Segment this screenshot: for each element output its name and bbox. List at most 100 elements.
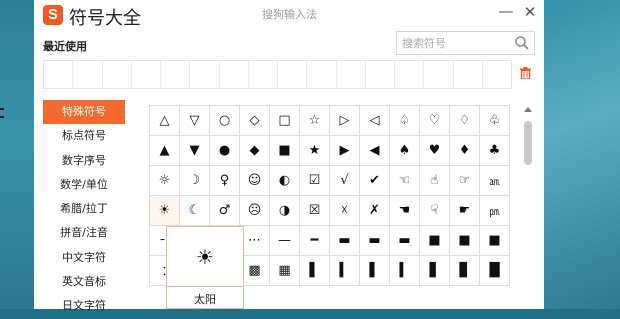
category-chinese-chars[interactable]: 中文字符 (43, 246, 125, 270)
symbol-cell[interactable]: ▍ (390, 256, 420, 286)
symbol-cell[interactable]: ☆ (300, 106, 330, 136)
symbol-cell[interactable]: — (270, 226, 300, 256)
symbol-cell[interactable]: ㏘ (480, 196, 510, 226)
category-numeric-ordinals[interactable]: 数字序号 (43, 149, 125, 173)
symbol-cell[interactable]: ○ (210, 106, 240, 136)
symbol-cell[interactable]: √ (330, 166, 360, 196)
symbol-cell[interactable]: ★ (300, 136, 330, 166)
symbol-cell[interactable]: ☛ (450, 196, 480, 226)
symbol-cell[interactable]: ♣ (480, 136, 510, 166)
symbol-cell[interactable]: ▽ (180, 106, 210, 136)
symbol-cell[interactable]: ■ (480, 226, 510, 256)
symbol-cell[interactable]: ▼ (180, 136, 210, 166)
symbol-cell[interactable]: ▷ (330, 106, 360, 136)
symbol-cell[interactable]: ✗ (360, 196, 390, 226)
symbol-cell[interactable]: ☝ (420, 166, 450, 196)
symbol-cell[interactable]: ■ (270, 136, 300, 166)
symbol-cell[interactable]: ☟ (420, 196, 450, 226)
recent-slot[interactable] (249, 61, 278, 88)
trash-icon[interactable] (520, 67, 531, 79)
symbol-cell[interactable]: ☺ (240, 166, 270, 196)
symbol-cell[interactable]: ♥ (420, 136, 450, 166)
category-math-units[interactable]: 数学/单位 (43, 173, 125, 197)
recent-slot[interactable] (190, 61, 220, 88)
symbol-cell[interactable]: ■ (450, 226, 480, 256)
recent-slot[interactable] (366, 61, 395, 88)
symbol-cell[interactable]: ☹ (240, 196, 270, 226)
recent-slot[interactable] (44, 61, 74, 88)
recent-slot[interactable] (161, 61, 191, 88)
symbol-cell[interactable]: ◐ (270, 166, 300, 196)
symbol-cell[interactable]: ◑ (270, 196, 300, 226)
symbol-cell[interactable]: ☾ (180, 196, 210, 226)
symbol-cell[interactable]: ◀ (360, 136, 390, 166)
symbol-cell[interactable]: ♡ (420, 106, 450, 136)
symbol-cell[interactable]: ☞ (450, 166, 480, 196)
symbol-cell[interactable]: ☑ (300, 166, 330, 196)
symbol-cell[interactable]: ◁ (360, 106, 390, 136)
category-english-phonetics[interactable]: 英文音标 (43, 270, 125, 294)
symbol-cell[interactable]: ▶ (330, 136, 360, 166)
symbol-cell[interactable]: ▌ (360, 256, 390, 286)
category-pinyin-zhuyin[interactable]: 拼音/注音 (43, 221, 125, 245)
symbol-cell[interactable]: ☓ (330, 196, 360, 226)
recent-slot[interactable] (103, 61, 132, 88)
recent-slot[interactable] (220, 61, 249, 88)
recent-slot[interactable] (395, 61, 425, 88)
recent-slot[interactable] (307, 61, 337, 88)
symbol-cell[interactable]: ☼ (150, 166, 180, 196)
symbol-grid-scrollbar[interactable] (522, 105, 534, 309)
symbol-cell[interactable]: △ (150, 106, 180, 136)
recent-slot[interactable] (483, 61, 511, 88)
scroll-thumb[interactable] (524, 121, 532, 165)
recent-slot[interactable] (454, 61, 483, 88)
symbol-cell[interactable]: ▍ (330, 256, 360, 286)
symbol-cell[interactable]: ▩ (240, 256, 270, 286)
recent-slot[interactable] (424, 61, 454, 88)
symbol-cell[interactable]: █ (480, 256, 510, 286)
symbol-cell[interactable]: ♂ (210, 196, 240, 226)
recent-slot[interactable] (132, 61, 161, 88)
close-button[interactable]: ✕ (520, 3, 540, 21)
symbol-cell[interactable]: ☜ (390, 166, 420, 196)
symbol-cell[interactable]: ● (210, 136, 240, 166)
symbol-cell[interactable]: ㏂ (480, 166, 510, 196)
recent-slot[interactable] (73, 61, 103, 88)
symbol-cell[interactable]: ☒ (300, 196, 330, 226)
symbol-cell[interactable]: ♀ (210, 166, 240, 196)
category-punctuation[interactable]: 标点符号 (43, 124, 125, 148)
minimize-button[interactable]: — (496, 2, 516, 20)
recent-slot[interactable] (278, 61, 308, 88)
symbol-cell[interactable]: ▬ (360, 226, 390, 256)
category-greek-latin[interactable]: 希腊/拉丁 (43, 197, 125, 221)
search-icon[interactable] (514, 35, 530, 51)
symbol-cell[interactable]: ☚ (390, 196, 420, 226)
recent-slot[interactable] (337, 61, 366, 88)
symbol-cell[interactable]: ▲ (150, 136, 180, 166)
symbol-cell[interactable]: ⋯ (240, 226, 270, 256)
title-bar[interactable]: S 符号大全 搜狗输入法 — ✕ (34, 0, 544, 30)
symbol-cell[interactable]: ◆ (240, 136, 270, 166)
symbol-cell[interactable]: ♤ (390, 106, 420, 136)
symbol-cell[interactable]: □ (270, 106, 300, 136)
symbol-cell[interactable]: ◇ (240, 106, 270, 136)
symbol-cell[interactable]: ▦ (270, 256, 300, 286)
symbol-cell[interactable]: ☽ (180, 166, 210, 196)
symbol-cell[interactable]: ▋ (420, 256, 450, 286)
symbol-cell[interactable]: ▌ (300, 256, 330, 286)
symbol-cell[interactable]: ✔ (360, 166, 390, 196)
symbol-cell[interactable]: ▬ (330, 226, 360, 256)
search-input[interactable] (397, 32, 509, 55)
symbol-cell[interactable]: ♢ (450, 106, 480, 136)
category-japanese-chars[interactable]: 日文字符 (43, 294, 125, 318)
search-box[interactable] (396, 31, 535, 55)
symbol-cell[interactable]: ■ (420, 226, 450, 256)
scroll-up-arrow-icon[interactable] (524, 107, 532, 112)
symbol-cell[interactable]: ☀ (150, 196, 180, 226)
symbol-cell[interactable]: ♧ (480, 106, 510, 136)
symbol-cell[interactable]: ♠ (390, 136, 420, 166)
symbol-cell[interactable]: ▊ (450, 256, 480, 286)
symbol-cell[interactable]: ▬ (390, 226, 420, 256)
symbol-cell[interactable]: ━ (300, 226, 330, 256)
category-special-symbols[interactable]: 特殊符号 (43, 100, 125, 125)
